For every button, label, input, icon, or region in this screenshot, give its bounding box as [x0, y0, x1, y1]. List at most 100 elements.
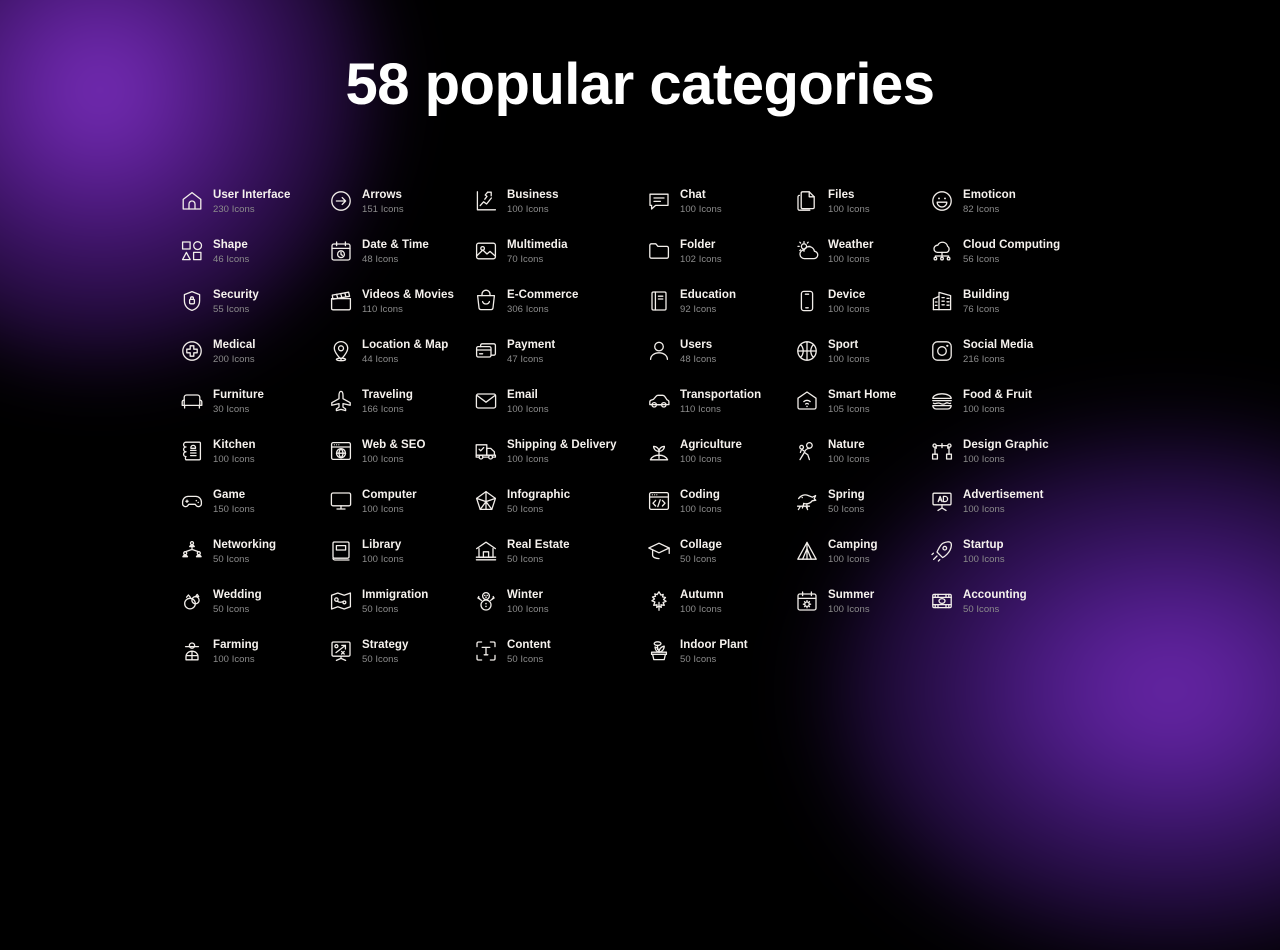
category-text: Immigration 50 Icons: [362, 588, 428, 616]
graduation-cap-icon: [647, 539, 671, 563]
category-item[interactable]: Immigration 50 Icons: [329, 588, 474, 638]
category-item[interactable]: Folder 102 Icons: [647, 238, 795, 288]
user-icon: [647, 339, 671, 363]
category-item[interactable]: Sport 100 Icons: [795, 338, 930, 388]
category-name: Strategy: [362, 639, 409, 651]
category-item[interactable]: Furniture 30 Icons: [180, 388, 329, 438]
category-item[interactable]: Date & Time 48 Icons: [329, 238, 474, 288]
category-item[interactable]: Networking 50 Icons: [180, 538, 329, 588]
files-icon: [795, 189, 819, 213]
building-icon: [930, 289, 954, 313]
category-item[interactable]: Security 55 Icons: [180, 288, 329, 338]
category-item[interactable]: Content 50 Icons: [474, 638, 647, 688]
category-item[interactable]: Cloud Computing 56 Icons: [930, 238, 1090, 288]
category-item[interactable]: Multimedia 70 Icons: [474, 238, 647, 288]
category-name: Web & SEO: [362, 439, 426, 451]
category-item[interactable]: Winter 100 Icons: [474, 588, 647, 638]
category-name: Traveling: [362, 389, 413, 401]
category-item[interactable]: Emoticon 82 Icons: [930, 188, 1090, 238]
category-item[interactable]: Camping 100 Icons: [795, 538, 930, 588]
category-item[interactable]: Weather 100 Icons: [795, 238, 930, 288]
category-item[interactable]: Traveling 166 Icons: [329, 388, 474, 438]
category-item[interactable]: E-Commerce 306 Icons: [474, 288, 647, 338]
category-item[interactable]: Shape 46 Icons: [180, 238, 329, 288]
category-item[interactable]: Strategy 50 Icons: [329, 638, 474, 688]
envelope-icon: [474, 389, 498, 413]
category-item[interactable]: Chat 100 Icons: [647, 188, 795, 238]
category-name: Folder: [680, 239, 716, 251]
category-item[interactable]: User Interface 230 Icons: [180, 188, 329, 238]
category-item[interactable]: Library 100 Icons: [329, 538, 474, 588]
category-item[interactable]: Smart Home 105 Icons: [795, 388, 930, 438]
category-item[interactable]: Wedding 50 Icons: [180, 588, 329, 638]
category-item[interactable]: Web & SEO 100 Icons: [329, 438, 474, 488]
category-item[interactable]: Collage 50 Icons: [647, 538, 795, 588]
category-item[interactable]: Spring 50 Icons: [795, 488, 930, 538]
map-pin-icon: [329, 339, 353, 363]
category-count: 100 Icons: [362, 454, 404, 465]
category-item[interactable]: Location & Map 44 Icons: [329, 338, 474, 388]
category-item[interactable]: Business 100 Icons: [474, 188, 647, 238]
category-item[interactable]: Shipping & Delivery 100 Icons: [474, 438, 647, 488]
category-text: Strategy 50 Icons: [362, 638, 408, 666]
category-item[interactable]: Design Graphic 100 Icons: [930, 438, 1090, 488]
category-item[interactable]: Payment 47 Icons: [474, 338, 647, 388]
category-item[interactable]: Summer 100 Icons: [795, 588, 930, 638]
category-item[interactable]: Files 100 Icons: [795, 188, 930, 238]
category-name: Kitchen: [213, 439, 256, 451]
category-item[interactable]: Agriculture 100 Icons: [647, 438, 795, 488]
category-count: 50 Icons: [362, 604, 399, 615]
category-item[interactable]: Real Estate 50 Icons: [474, 538, 647, 588]
shopping-bag-icon: [474, 289, 498, 313]
smiley-face-icon: [930, 189, 954, 213]
category-item[interactable]: Game 150 Icons: [180, 488, 329, 538]
category-text: Weather 100 Icons: [828, 238, 874, 266]
category-item[interactable]: Building 76 Icons: [930, 288, 1090, 338]
category-item[interactable]: Infographic 50 Icons: [474, 488, 647, 538]
category-item[interactable]: Device 100 Icons: [795, 288, 930, 338]
category-item[interactable]: Nature 100 Icons: [795, 438, 930, 488]
category-item[interactable]: Indoor Plant 50 Icons: [647, 638, 795, 688]
category-name: Food & Fruit: [963, 389, 1032, 401]
category-text: Autumn 100 Icons: [680, 588, 724, 616]
category-name: Files: [828, 189, 855, 201]
category-item[interactable]: Transportation 110 Icons: [647, 388, 795, 438]
category-text: Furniture 30 Icons: [213, 388, 264, 416]
category-item[interactable]: Startup 100 Icons: [930, 538, 1090, 588]
category-name: Chat: [680, 189, 706, 201]
category-text: Infographic 50 Icons: [507, 488, 570, 516]
category-count: 50 Icons: [507, 654, 544, 665]
category-name: Smart Home: [828, 389, 897, 401]
category-item[interactable]: Coding 100 Icons: [647, 488, 795, 538]
category-item[interactable]: Videos & Movies 110 Icons: [329, 288, 474, 338]
category-text: Users 48 Icons: [680, 338, 716, 366]
category-text: Web & SEO 100 Icons: [362, 438, 426, 466]
map-route-icon: [329, 589, 353, 613]
category-item[interactable]: Social Media 216 Icons: [930, 338, 1090, 388]
category-count: 100 Icons: [507, 404, 549, 415]
category-item[interactable]: Farming 100 Icons: [180, 638, 329, 688]
category-item[interactable]: Computer 100 Icons: [329, 488, 474, 538]
image-icon: [474, 239, 498, 263]
category-text: Startup 100 Icons: [963, 538, 1005, 566]
category-item[interactable]: Arrows 151 Icons: [329, 188, 474, 238]
category-name: Agriculture: [680, 439, 742, 451]
category-item[interactable]: Autumn 100 Icons: [647, 588, 795, 638]
category-name: Email: [507, 389, 538, 401]
category-item[interactable]: Users 48 Icons: [647, 338, 795, 388]
category-item[interactable]: Advertisement 100 Icons: [930, 488, 1090, 538]
monitor-icon: [329, 489, 353, 513]
category-showcase-page: 58 popular categories User Interface 230 …: [0, 0, 1280, 720]
category-item[interactable]: Medical 200 Icons: [180, 338, 329, 388]
category-item[interactable]: Kitchen 100 Icons: [180, 438, 329, 488]
textbook-icon: [647, 289, 671, 313]
category-name: Farming: [213, 639, 259, 651]
category-item[interactable]: Food & Fruit 100 Icons: [930, 388, 1090, 438]
category-item[interactable]: Accounting 50 Icons: [930, 588, 1090, 638]
category-item[interactable]: Education 92 Icons: [647, 288, 795, 338]
category-count: 100 Icons: [507, 454, 549, 465]
category-count: 76 Icons: [963, 304, 1000, 315]
category-name: Transportation: [680, 389, 762, 401]
category-name: Social Media: [963, 339, 1034, 351]
category-item[interactable]: Email 100 Icons: [474, 388, 647, 438]
